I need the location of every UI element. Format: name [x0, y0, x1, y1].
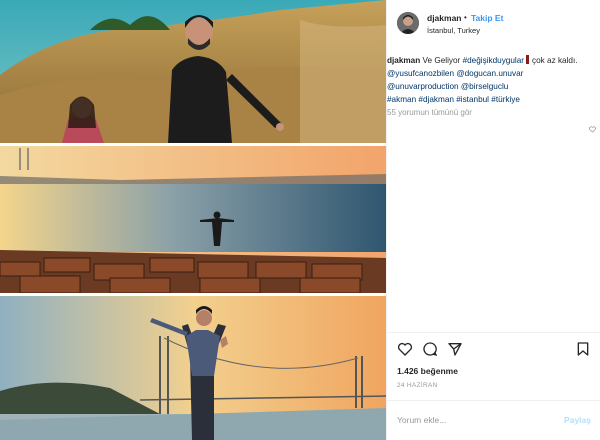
- avatar[interactable]: [397, 12, 419, 34]
- photo-bosphorus-sunset: [0, 146, 386, 293]
- like-count[interactable]: 1.426 beğenme: [397, 366, 458, 376]
- hashtag-link[interactable]: #djakman: [418, 95, 454, 104]
- mention-link[interactable]: @yusufcanozbilen: [387, 69, 454, 78]
- heart-icon[interactable]: [397, 341, 413, 357]
- hashtag-link[interactable]: #türkiye: [491, 95, 520, 104]
- caption-text: çok az kaldı.: [532, 56, 578, 65]
- follow-button[interactable]: Takip Et: [471, 13, 503, 23]
- caption-text: Ve Geliyor: [422, 56, 461, 65]
- post-header: djakman • Takip Et İstanbul, Turkey: [387, 0, 600, 42]
- mention-link[interactable]: @unuvarproduction: [387, 82, 459, 91]
- post-media[interactable]: [0, 0, 386, 440]
- photo-bridge-man: [0, 296, 386, 440]
- hashtag-link[interactable]: #akman: [387, 95, 416, 104]
- post-sidebar: djakman • Takip Et İstanbul, Turkey djak…: [386, 0, 600, 440]
- header-separator: •: [464, 13, 467, 22]
- location-link[interactable]: İstanbul, Turkey: [427, 26, 480, 35]
- header-username[interactable]: djakman: [427, 13, 462, 23]
- caption-username[interactable]: djakman: [387, 56, 420, 65]
- hashtag-link[interactable]: #değişikduygular: [463, 56, 524, 65]
- comment-box: Yorum ekle... Paylaş: [387, 400, 600, 440]
- small-heart-icon[interactable]: [589, 126, 596, 133]
- photo-hills-couple: [0, 0, 386, 143]
- comment-icon[interactable]: [422, 341, 438, 357]
- hashtag-link[interactable]: #istanbul: [456, 95, 489, 104]
- action-bar: [387, 332, 600, 362]
- bookmark-icon[interactable]: [575, 341, 591, 357]
- mention-link[interactable]: @dogucan.unuvar: [456, 69, 523, 78]
- post-caption: djakman Ve Geliyor #değişikduygular çok a…: [387, 54, 600, 106]
- share-icon[interactable]: [447, 341, 463, 357]
- view-all-comments-link[interactable]: 55 yorumun tümünü gör: [387, 108, 472, 117]
- comment-input[interactable]: Yorum ekle...: [397, 415, 446, 425]
- flag-emoji: [526, 55, 530, 64]
- mention-link[interactable]: @birselguclu: [461, 82, 508, 91]
- post-date: 24 HAZİRAN: [397, 382, 438, 389]
- post-comment-button[interactable]: Paylaş: [564, 415, 591, 425]
